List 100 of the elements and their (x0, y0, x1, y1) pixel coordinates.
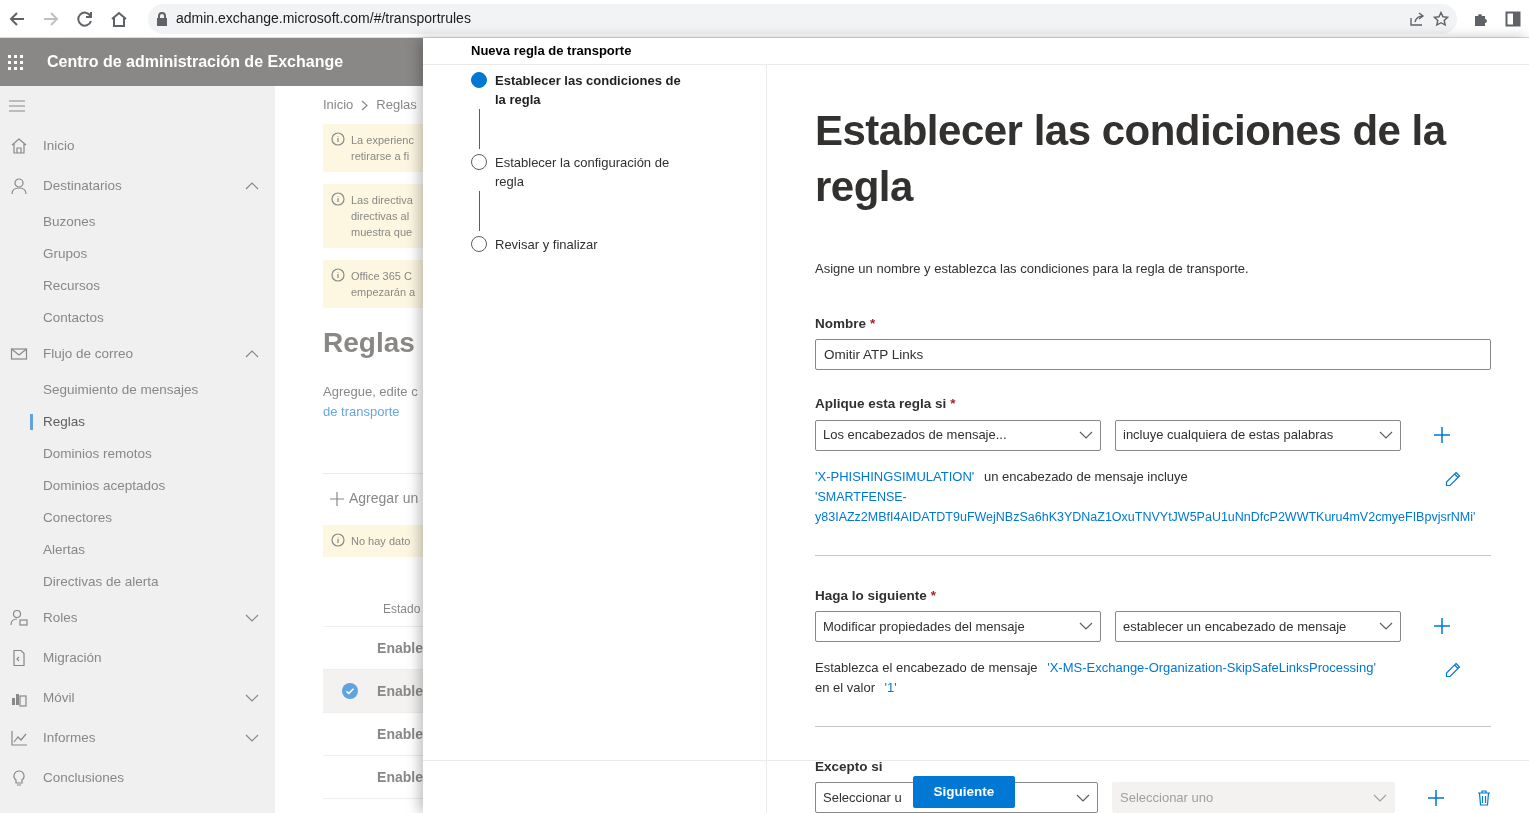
sidebar-item[interactable]: Conectores (43, 507, 113, 529)
url-text[interactable]: admin.exchange.microsoft.com/#/transportrules (176, 8, 471, 29)
required-asterisk: * (870, 315, 876, 333)
chevron-down-icon (1079, 431, 1093, 439)
share-icon[interactable] (1409, 10, 1425, 27)
sidebar-item[interactable]: Dominios remotos (43, 443, 152, 465)
sidebar-item[interactable]: Migración (43, 647, 259, 669)
document-icon (10, 649, 28, 667)
sidebar-item[interactable]: Alertas (43, 539, 86, 561)
table-cell-text: Enable (377, 767, 423, 787)
dropdown[interactable]: incluye cualquiera de estas palabras (1115, 419, 1401, 451)
sidebar-item[interactable]: Roles (43, 607, 245, 629)
sidebar-item[interactable]: Dominios aceptados (43, 475, 166, 497)
sidebar-item[interactable]: Recursos (43, 275, 101, 297)
breadcrumb-link[interactable]: Reglas (376, 95, 417, 115)
field-label: Aplique esta regla si (815, 395, 947, 414)
table-cell-text: Enable (377, 638, 423, 658)
chevron-down-icon (1079, 622, 1093, 631)
link[interactable]: '1' (884, 679, 897, 695)
notice-text: directivas al (351, 209, 411, 224)
sidebar-item[interactable]: Contactos (43, 307, 104, 329)
sidebar-item[interactable]: Inicio (43, 135, 259, 157)
notice-text: No hay dato (351, 534, 411, 549)
sidebar-item[interactable]: Destinatarios (43, 175, 245, 197)
link[interactable]: 'X-MS-Exchange-Organization-SkipSafeLinksProcessing' (1047, 659, 1376, 675)
summary-text: en el valor (815, 679, 875, 695)
text-input[interactable]: Omitir ATP Links (815, 339, 1491, 371)
app-launcher-icon[interactable] (8, 54, 23, 70)
back-icon[interactable] (8, 9, 26, 28)
lightbulb-icon (10, 769, 28, 787)
dropdown[interactable]: Los encabezados de mensaje... (815, 419, 1101, 451)
chevron-icon[interactable] (245, 350, 259, 358)
add-icon[interactable] (1433, 426, 1451, 444)
chevron-right-icon (361, 99, 369, 111)
step-label[interactable]: Establecer las condiciones de la regla (495, 70, 695, 109)
step-label[interactable]: Revisar y finalizar (495, 234, 695, 254)
sidebar-item[interactable]: Buzones (43, 211, 96, 233)
notice-text: empezarán a (351, 285, 416, 300)
link[interactable]: 'X-PHISHINGSIMULATION' (815, 468, 975, 484)
sidebar-item[interactable]: Seguimiento de mensajes (43, 379, 199, 401)
notice-text: retirarse a fi (351, 149, 411, 164)
people-icon (10, 609, 28, 627)
table-cell-text: Enable (377, 724, 423, 744)
sidebar-item[interactable]: Reglas (43, 411, 86, 433)
sidebar-item[interactable]: Directivas de alerta (43, 571, 159, 593)
table-row[interactable]: Enable (323, 670, 423, 713)
person-icon (10, 177, 28, 195)
dropdown[interactable]: Modificar propiedades del mensaje (815, 610, 1101, 642)
line-chart-icon (10, 729, 28, 747)
sidebar-item[interactable]: Conclusiones (43, 767, 259, 789)
add-icon[interactable] (1427, 788, 1445, 807)
link[interactable]: de transporte (323, 401, 423, 421)
step-connector (479, 190, 480, 231)
step-label[interactable]: Establecer la configuración de regla (495, 152, 695, 191)
notice-text: La experienc (351, 133, 414, 148)
reload-icon[interactable] (76, 9, 94, 28)
field-label: Nombre (815, 315, 866, 333)
chevron-down-icon (1373, 793, 1387, 802)
info-icon (331, 132, 345, 146)
summary-text: un encabezado de mensaje incluye (983, 468, 1188, 484)
info-icon (331, 192, 345, 206)
chevron-down-icon (1076, 793, 1090, 802)
chevron-icon[interactable] (245, 694, 259, 702)
required-asterisk: * (930, 586, 937, 605)
forward-icon[interactable] (42, 9, 60, 28)
sidebar-item[interactable]: Móvil (43, 687, 245, 709)
add-icon[interactable] (1433, 617, 1451, 636)
notice-text: Las directiva (351, 193, 413, 208)
next-button[interactable]: Siguiente (913, 776, 1015, 808)
link[interactable]: 'SMARTFENSE-y83IAZz2MBfI4AIDATDT9uFWejNBzSa6hK3YDNaZ1OxuTNVYtJW5PaU1uNnDfcP2WWTKuru4mV2cmyeFIBpvjsrNMi' (815, 486, 1523, 527)
sidebar-item[interactable]: Flujo de correo (43, 343, 245, 365)
table-cell-text: Enable (377, 681, 423, 701)
check-circle-icon (342, 683, 359, 699)
sidebar-icon[interactable] (1505, 10, 1521, 27)
plus-icon (329, 490, 345, 507)
dropdown[interactable]: establecer un encabezado de mensaje (1115, 610, 1401, 642)
description-text: Asigne un nombre y establezca las condiciones para la regla de transporte. (815, 259, 1250, 278)
app-title: Centro de administración de Exchange (47, 52, 344, 72)
page-heading: Establecer las condiciones de la regla (815, 105, 1448, 212)
sidebar-item[interactable]: Informes (43, 727, 245, 749)
add-button[interactable]: Agregar un (329, 488, 419, 509)
column-header[interactable]: Estado (383, 600, 421, 618)
info-icon (331, 268, 345, 282)
selection-indicator (30, 414, 33, 430)
description-text: Agregue, edite c (323, 383, 419, 401)
summary-text: Establezca el encabezado de mensaje (815, 659, 1038, 675)
breadcrumb-link[interactable]: Inicio (323, 95, 354, 115)
chevron-icon[interactable] (245, 734, 259, 742)
notice-text: muestra que (351, 225, 413, 240)
edit-icon[interactable] (1445, 470, 1461, 487)
chevron-icon[interactable] (245, 614, 259, 622)
mail-icon (10, 345, 28, 363)
home-icon[interactable] (110, 9, 128, 28)
edit-icon[interactable] (1445, 661, 1461, 678)
field-label: Excepto si (815, 757, 883, 776)
star-icon[interactable] (1433, 10, 1449, 27)
sidebar-item[interactable]: Grupos (43, 243, 88, 265)
step-connector (479, 108, 480, 149)
delete-icon[interactable] (1477, 789, 1491, 806)
chevron-icon[interactable] (245, 182, 259, 190)
